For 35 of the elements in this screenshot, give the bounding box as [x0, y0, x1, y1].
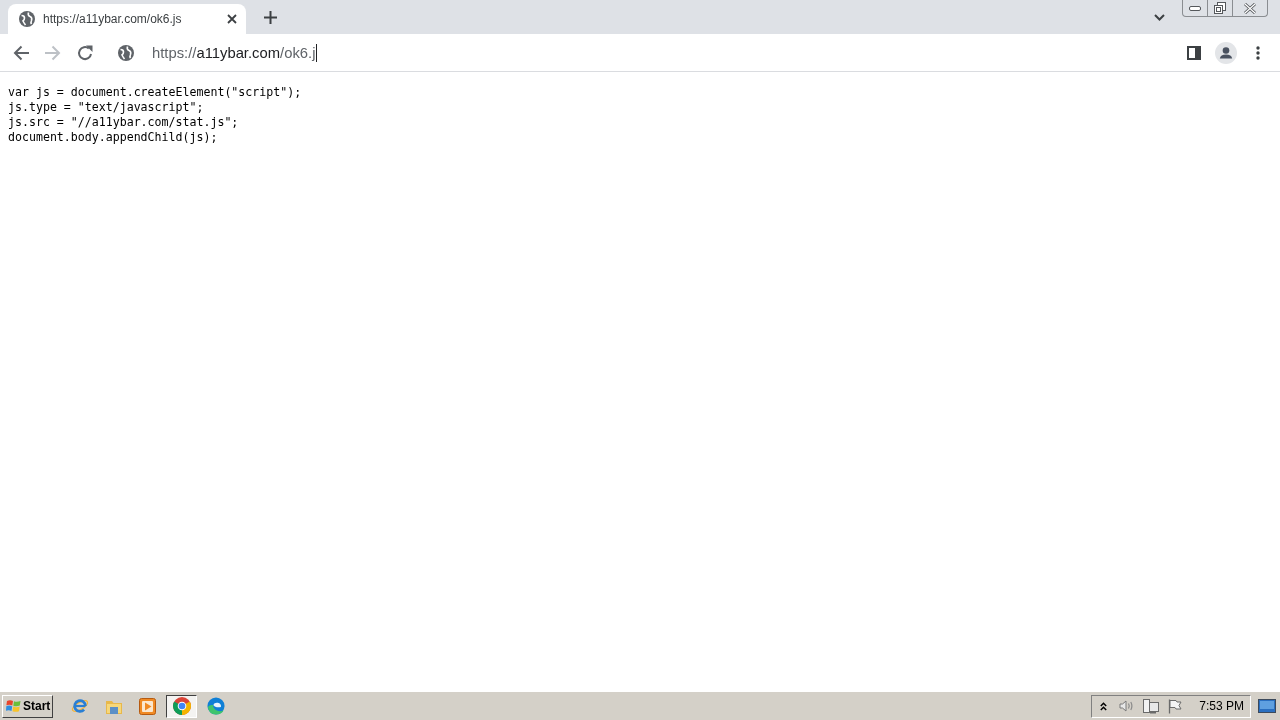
desktop-icon — [1258, 699, 1276, 713]
code-line: var js = document.createElement("script"); — [8, 85, 302, 100]
code-line: js.src = "//a11ybar.com/stat.js"; — [8, 115, 239, 130]
menu-icon — [1256, 45, 1260, 60]
network-button[interactable] — [1141, 697, 1162, 715]
taskbar-app-button[interactable] — [166, 694, 197, 718]
tab-title: https://a11ybar.com/ok6.js — [43, 11, 182, 28]
minimize-icon — [1189, 5, 1201, 11]
computer-icon — [1143, 698, 1160, 714]
browser-tab[interactable]: https://a11ybar.com/ok6.js — [8, 4, 246, 34]
plus-icon — [263, 10, 277, 24]
side-panel-icon — [1187, 45, 1201, 60]
avatar-icon — [1215, 41, 1237, 64]
chevron-down-icon — [1153, 13, 1165, 21]
close-icon — [1244, 2, 1256, 14]
left-arrow-icon — [13, 44, 29, 61]
start-button[interactable]: Start — [2, 694, 53, 718]
tricolor-circle-icon — [172, 697, 191, 715]
reload-icon — [77, 44, 93, 61]
restore-icon — [1214, 2, 1226, 14]
code-line: js.type = "text/javascript"; — [8, 100, 204, 115]
globe-icon — [118, 44, 134, 61]
flag-logo-icon — [6, 699, 21, 713]
flag-icon — [1168, 698, 1183, 714]
right-arrow-icon — [45, 44, 61, 61]
play-icon — [139, 697, 156, 715]
clock-text: 7:53 PM — [1199, 698, 1244, 715]
address-field[interactable]: https://a11ybar.com/ok6.j — [152, 43, 318, 62]
swirl-logo-icon — [206, 697, 225, 715]
double-chevron-icon — [1099, 701, 1107, 711]
e-logo-icon — [70, 697, 89, 715]
globe-icon — [19, 11, 35, 27]
close-icon — [227, 14, 237, 24]
show-desktop-button[interactable] — [1257, 696, 1277, 716]
code-line: document.body.appendChild(js); — [8, 130, 218, 145]
